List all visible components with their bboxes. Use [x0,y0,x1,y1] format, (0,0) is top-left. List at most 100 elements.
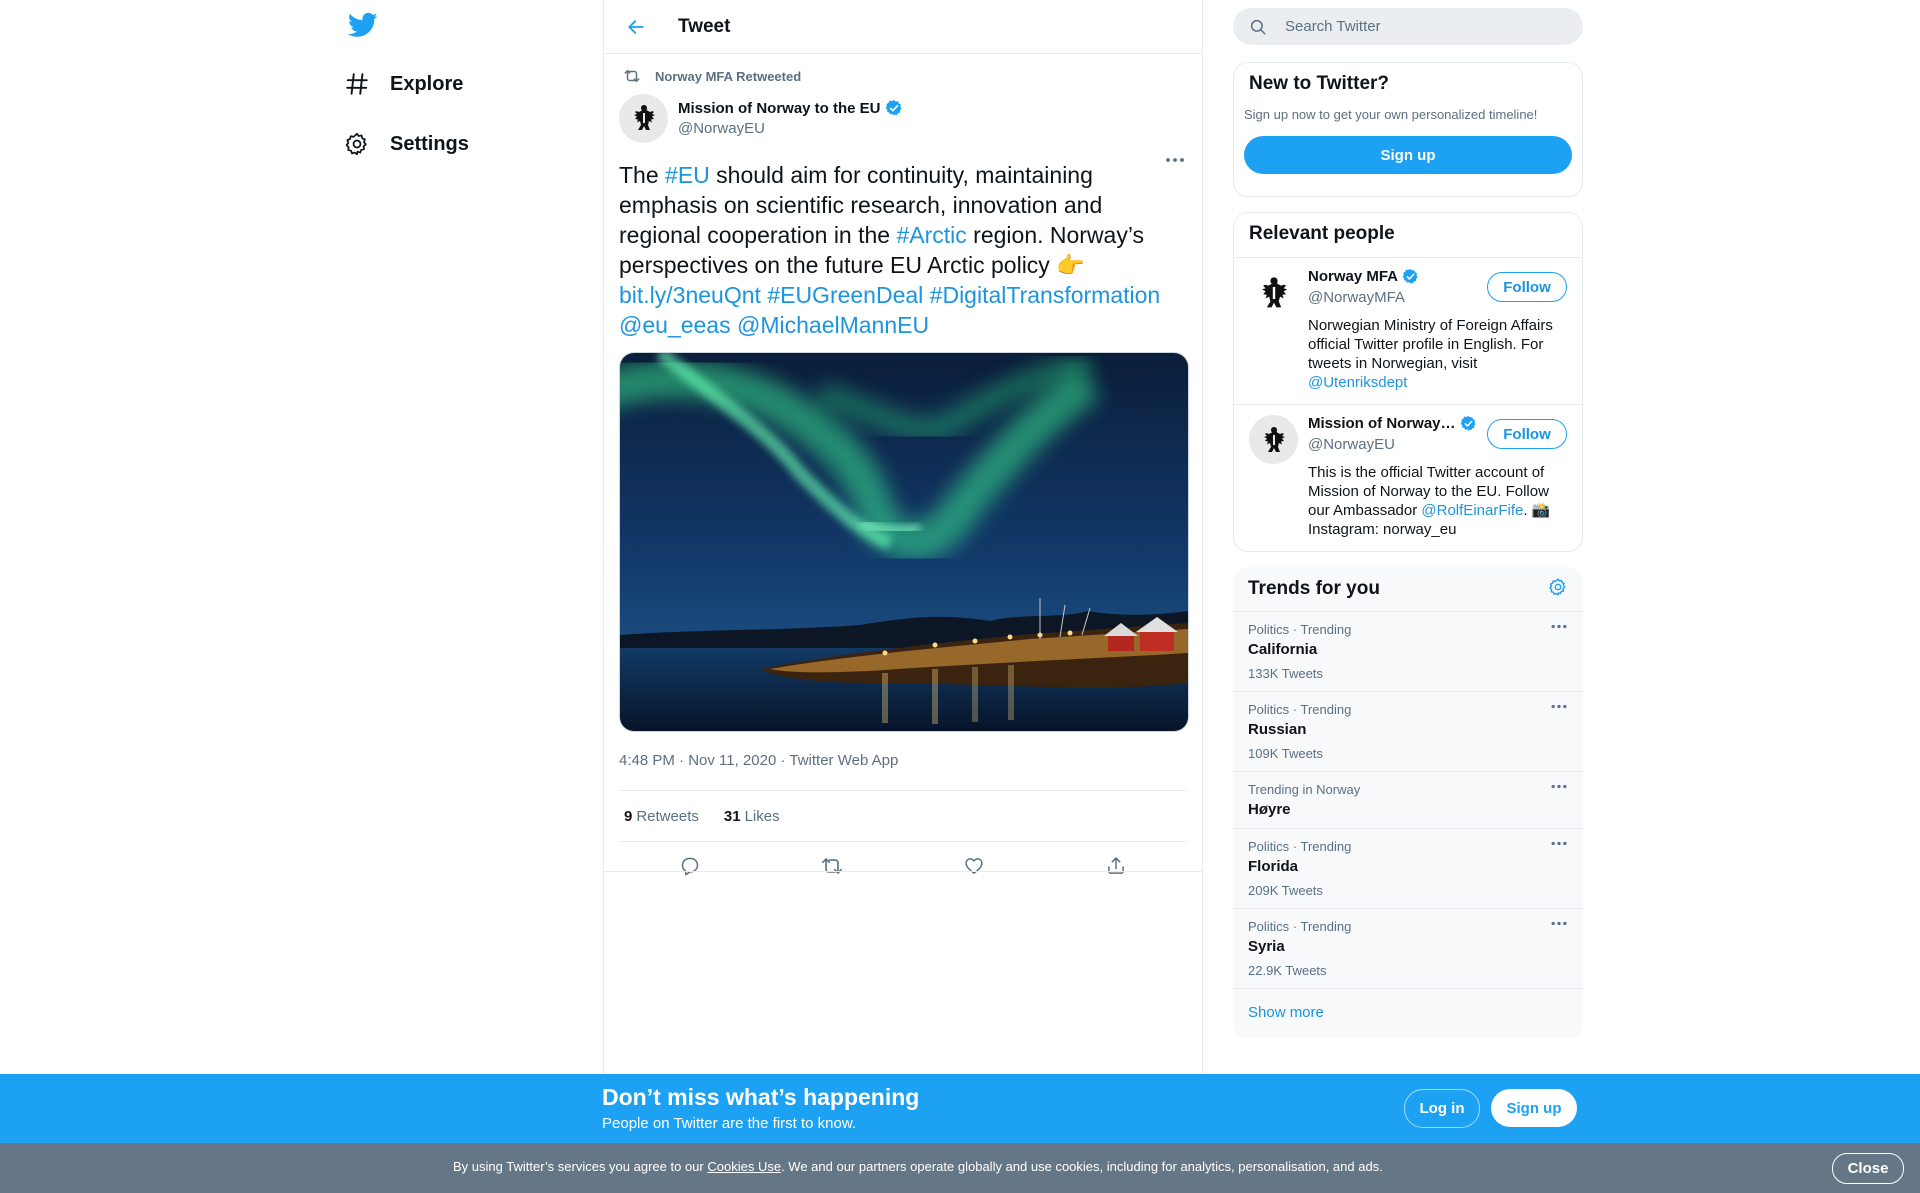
show-more-link[interactable]: Show more [1233,989,1583,1038]
mention-link[interactable]: @MichaelMannEU [737,312,929,338]
tweet-timestamp[interactable]: 4:48 PM · Nov 11, 2020 · Twitter Web App [619,752,1187,772]
new-to-twitter-card: New to Twitter? Sign up now to get your … [1233,62,1583,197]
relevant-person[interactable]: Norway MFA @NorwayMFA Norwegian Ministry… [1234,258,1582,405]
retweet-count[interactable]: 9 [624,808,632,825]
cookies-use-link[interactable]: Cookies Use [707,1159,781,1174]
divider [604,871,1202,872]
nav-settings-label: Settings [390,132,469,155]
trend-context: Politics · Trending [1248,622,1352,637]
main-column: Tweet Norway MFA Retweeted Mission of No… [603,0,1203,1193]
retweet-count-label[interactable]: Retweets [636,808,699,825]
tweet-actions [619,842,1187,890]
trend-count: 109K Tweets [1248,746,1323,761]
trend-item[interactable]: Politics · Trending Syria 22.9K Tweets [1233,909,1583,989]
new-to-twitter-subtitle: Sign up now to get your own personalized… [1244,107,1538,122]
banner-subtitle: People on Twitter are the first to know. [602,1115,857,1132]
trend-name: Florida [1248,858,1299,875]
more-dots-icon[interactable] [1550,841,1568,846]
nav-explore[interactable]: Explore [340,62,463,106]
tweet-author[interactable]: Mission of Norway to the EU @NorwayEU [619,88,1187,148]
trends-header: Trends for you [1233,567,1583,612]
avatar[interactable] [1249,268,1298,317]
author-handle[interactable]: @NorwayEU [678,120,903,137]
hashtag-link[interactable]: #Arctic [896,222,966,248]
more-dots-icon[interactable] [1550,704,1568,709]
hashtag-link[interactable]: #EU [665,162,710,188]
trend-item[interactable]: Politics · Trending California 133K Twee… [1233,612,1583,692]
nav-settings[interactable]: Settings [340,122,469,166]
tweet-photo[interactable] [619,352,1189,732]
trend-name: Syria [1248,938,1285,955]
trends-settings-gear-icon[interactable] [1548,577,1568,602]
close-cookie-button[interactable]: Close [1832,1153,1904,1184]
author-name-text: Mission of Norway to the EU [678,99,881,117]
relevant-people-card: Relevant people Norway MFA @NorwayMFA No… [1233,212,1583,552]
trend-item[interactable]: Politics · Trending Russian 109K Tweets [1233,692,1583,772]
relevant-people-title: Relevant people [1249,223,1395,244]
retweet-action-icon[interactable] [820,854,844,878]
norway-lion-icon [1261,276,1287,307]
hashtag-link[interactable]: #DigitalTransformation [930,282,1161,308]
hashtag-icon [340,67,374,101]
new-to-twitter-title: New to Twitter? [1249,73,1390,94]
tweet-more-button[interactable] [1163,148,1187,172]
trend-count: 133K Tweets [1248,666,1323,681]
trend-item[interactable]: Trending in Norway Høyre [1233,772,1583,829]
signup-banner: Don’t miss what’s happening People on Tw… [0,1074,1920,1143]
relevant-person[interactable]: Mission of Norway… @NorwayEU This is the… [1234,405,1582,551]
search-box[interactable] [1233,8,1583,45]
url-link[interactable]: bit.ly/3neuQnt [619,282,761,308]
cookie-text-part: By using Twitter’s services you agree to… [453,1159,708,1174]
person-name-text: Mission of Norway… [1308,415,1456,432]
trend-context: Politics · Trending [1248,839,1352,854]
arrow-left-icon [628,19,644,34]
norway-lion-icon [1263,426,1285,452]
verified-badge-icon [1402,268,1419,285]
author-name[interactable]: Mission of Norway to the EU [678,99,903,117]
back-button[interactable] [618,9,654,45]
cookie-notice: By using Twitter’s services you agree to… [0,1143,1920,1193]
like-count-label[interactable]: Likes [745,808,780,825]
more-dots-icon[interactable] [1550,921,1568,926]
follow-button[interactable]: Follow [1487,419,1567,449]
tweet-text-part: The [619,162,666,188]
sidebar-signup-button[interactable]: Sign up [1244,136,1572,174]
gear-icon [340,127,374,161]
mention-link[interactable]: @eu_eeas [619,312,731,338]
search-input[interactable] [1283,17,1557,36]
follow-button[interactable]: Follow [1487,272,1567,302]
trend-item[interactable]: Politics · Trending Florida 209K Tweets [1233,829,1583,909]
relevant-people-header: Relevant people [1234,213,1582,258]
share-icon[interactable] [1104,854,1128,878]
reply-icon[interactable] [678,854,702,878]
mention-link[interactable]: @RolfEinarFife [1421,502,1523,519]
hashtag-link[interactable]: #EUGreenDeal [767,282,923,308]
trend-context: Politics · Trending [1248,919,1352,934]
mention-link[interactable]: @Utenriksdept [1308,374,1407,391]
trend-count: 22.9K Tweets [1248,963,1327,978]
tweet-text: The #EU should aim for continuity, maint… [619,160,1189,340]
trends-title: Trends for you [1248,578,1380,599]
trend-count: 209K Tweets [1248,883,1323,898]
person-name-text: Norway MFA [1308,268,1399,285]
trend-name: Høyre [1248,801,1291,818]
like-count[interactable]: 31 [724,808,741,825]
avatar[interactable] [619,93,668,143]
banner-signup-button[interactable]: Sign up [1491,1089,1577,1127]
trend-name: California [1248,641,1318,658]
more-dots-icon[interactable] [1550,784,1568,789]
retweet-icon [623,67,643,85]
like-icon[interactable] [962,854,986,878]
more-dots-icon[interactable] [1550,624,1568,629]
search-icon [1249,18,1267,36]
cookie-text: By using Twitter’s services you agree to… [453,1159,1383,1174]
tweet: Norway MFA Retweeted Mission of Norway t… [604,60,1202,890]
twitter-logo-icon[interactable] [347,10,380,42]
person-bio-text: Norwegian Ministry of Foreign Affairs of… [1308,317,1553,372]
banner-title: Don’t miss what’s happening [602,1084,920,1110]
norway-lion-icon [633,105,655,130]
login-button[interactable]: Log in [1404,1089,1480,1128]
trend-context: Trending in Norway [1248,782,1361,797]
aurora-harbor-photo [620,353,1188,731]
avatar[interactable] [1249,415,1298,464]
